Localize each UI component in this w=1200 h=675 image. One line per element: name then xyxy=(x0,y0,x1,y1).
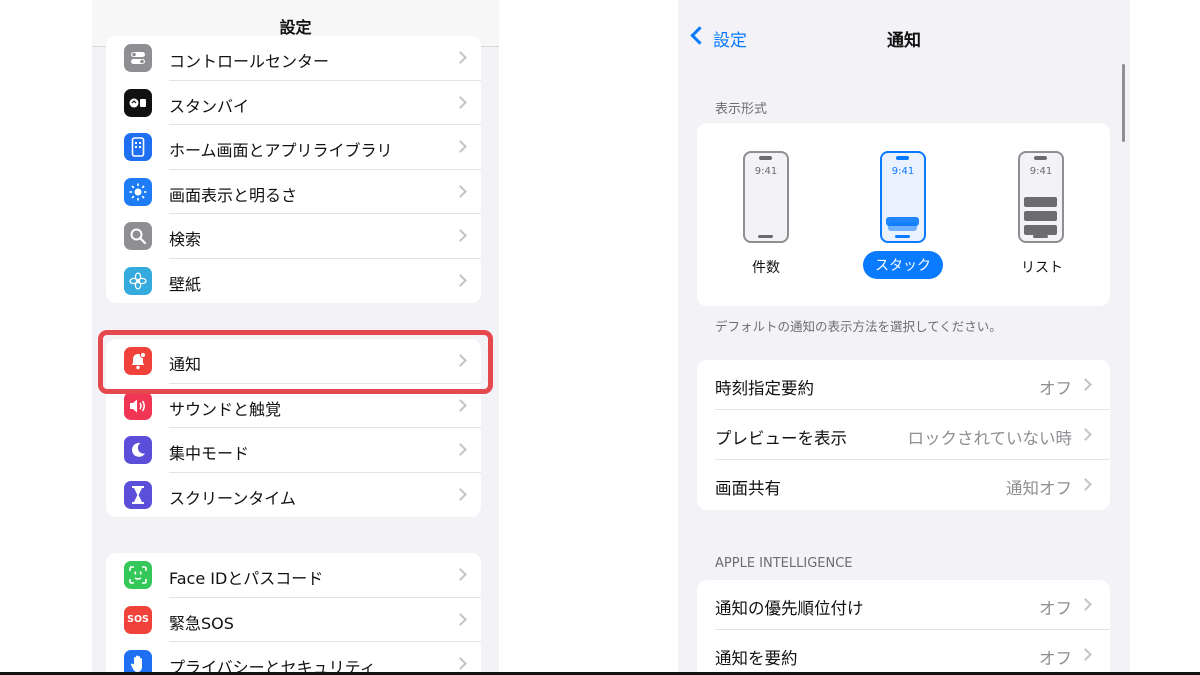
row-scheduled-summary[interactable]: 時刻指定要約 オフ xyxy=(697,360,1110,410)
section-header-apple-intelligence: APPLE INTELLIGENCE xyxy=(715,556,853,571)
page-title: 通知 xyxy=(887,31,921,51)
settings-row-label: スタンバイ xyxy=(169,96,250,116)
row-label: 時刻指定要約 xyxy=(715,379,814,398)
settings-row-screen-time[interactable]: スクリーンタイム xyxy=(106,473,481,518)
sound-icon xyxy=(124,391,152,420)
settings-row-label: サウンドと触覚 xyxy=(169,399,282,419)
settings-row-label: コントロールセンター xyxy=(169,52,330,71)
preview-time: 9:41 xyxy=(754,166,778,177)
display-style-card: 9:41 件数 9:41 スタック 9:41 リスト xyxy=(697,123,1110,306)
row-value: 通知オフ xyxy=(1006,479,1072,498)
settings-row-privacy[interactable]: プライバシーとセキュリティ xyxy=(106,642,481,675)
settings-row-display-brightness[interactable]: 画面表示と明るさ xyxy=(106,170,481,214)
row-summarize-notifications[interactable]: 通知を要約 オフ xyxy=(697,630,1110,675)
focus-moon-icon xyxy=(124,436,152,464)
chevron-right-icon xyxy=(454,229,467,242)
settings-group-security: Face IDとパスコード SOS 緊急SOS プライバシーとセキュリティ xyxy=(106,553,481,675)
chevron-right-icon xyxy=(1079,648,1092,661)
face-id-icon xyxy=(124,561,152,589)
chevron-right-icon xyxy=(1079,428,1092,441)
chevron-right-icon xyxy=(1079,378,1092,391)
row-show-previews[interactable]: プレビューを表示 ロックされていない時 xyxy=(697,410,1110,460)
settings-row-label: 緊急SOS xyxy=(169,613,234,633)
control-center-icon xyxy=(124,44,152,72)
settings-row-label: ホーム画面とアプリライブラリ xyxy=(169,141,393,160)
notifications-panel: 設定 通知 表示形式 9:41 件数 9:41 スタック 9:41 リスト デフ… xyxy=(678,0,1130,675)
section-header-display: 表示形式 xyxy=(715,102,768,117)
settings-row-label: 壁紙 xyxy=(169,274,202,294)
row-value: オフ xyxy=(1039,379,1072,398)
nav-bar: 設定 通知 xyxy=(678,0,1130,66)
settings-row-label: 画面表示と明るさ xyxy=(169,185,298,205)
display-footer-text: デフォルトの通知の表示方法を選択してください。 xyxy=(715,319,1002,334)
chevron-right-icon xyxy=(454,95,467,109)
chevron-right-icon xyxy=(454,273,467,287)
row-label: 通知の優先順位付け xyxy=(715,599,864,618)
chevron-right-icon xyxy=(454,568,467,581)
row-value: オフ xyxy=(1039,599,1072,618)
row-screen-sharing[interactable]: 画面共有 通知オフ xyxy=(697,460,1110,510)
settings-row-face-id[interactable]: Face IDとパスコード xyxy=(106,553,481,598)
settings-row-label: Face IDとパスコード xyxy=(169,569,324,588)
page-title: 設定 xyxy=(279,18,312,37)
scrollbar[interactable] xyxy=(1122,64,1125,142)
notification-options-group: 時刻指定要約 オフ プレビューを表示 ロックされていない時 画面共有 通知オフ xyxy=(697,360,1110,510)
display-option-selected-pill: スタック xyxy=(863,251,943,279)
chevron-right-icon xyxy=(454,398,467,412)
row-label: 画面共有 xyxy=(715,479,781,498)
settings-row-emergency-sos[interactable]: SOS 緊急SOS xyxy=(106,598,481,642)
standby-icon xyxy=(124,88,152,117)
chevron-right-icon xyxy=(1079,598,1092,611)
sos-icon-text: SOS xyxy=(127,614,149,625)
chevron-right-icon xyxy=(454,487,467,501)
wallpaper-icon xyxy=(124,266,152,295)
chevron-right-icon xyxy=(454,51,467,64)
settings-row-wallpaper[interactable]: 壁紙 xyxy=(106,259,481,304)
settings-row-home-screen[interactable]: ホーム画面とアプリライブラリ xyxy=(106,125,481,170)
settings-row-standby[interactable]: スタンバイ xyxy=(106,81,481,125)
row-prioritize-notifications[interactable]: 通知の優先順位付け オフ xyxy=(697,580,1110,630)
settings-row-focus[interactable]: 集中モード xyxy=(106,428,481,473)
brightness-icon xyxy=(124,177,152,206)
chevron-right-icon xyxy=(454,184,467,198)
chevron-right-icon xyxy=(454,612,467,626)
screenshot-stage: 設定 コントロールセンター スタンバイ ホーム画面とアプリライブラリ 画面表示と… xyxy=(0,0,1200,675)
settings-row-label: スクリーンタイム xyxy=(169,488,296,508)
row-label: 通知を要約 xyxy=(715,649,798,668)
settings-row-control-center[interactable]: コントロールセンター xyxy=(106,36,481,81)
settings-row-search[interactable]: 検索 xyxy=(106,214,481,259)
preview-time: 9:41 xyxy=(1029,166,1053,177)
preview-time: 9:41 xyxy=(891,166,915,177)
settings-group-display: コントロールセンター スタンバイ ホーム画面とアプリライブラリ 画面表示と明るさ… xyxy=(106,36,481,303)
chevron-right-icon xyxy=(454,140,467,153)
highlight-frame xyxy=(98,330,493,394)
row-label: プレビューを表示 xyxy=(715,429,847,448)
hourglass-icon xyxy=(124,480,152,509)
sos-icon: SOS xyxy=(124,605,152,634)
apple-intelligence-group: 通知の優先順位付け オフ 通知を要約 オフ xyxy=(697,580,1110,675)
display-option-label: 件数 xyxy=(752,260,780,276)
row-value: ロックされていない時 xyxy=(907,429,1072,448)
row-value: オフ xyxy=(1039,649,1072,668)
phone-count-preview: 9:41 xyxy=(743,151,789,243)
chevron-right-icon xyxy=(1079,478,1092,491)
home-screen-icon xyxy=(124,133,152,161)
phone-stack-preview: 9:41 xyxy=(880,151,926,243)
phone-list-preview: 9:41 xyxy=(1018,151,1064,243)
chevron-right-icon xyxy=(454,657,467,670)
chevron-right-icon xyxy=(454,443,467,456)
settings-row-label: 集中モード xyxy=(169,444,250,463)
settings-row-label: 検索 xyxy=(169,230,202,249)
display-option-label: リスト xyxy=(1021,260,1063,276)
search-icon xyxy=(124,222,152,250)
